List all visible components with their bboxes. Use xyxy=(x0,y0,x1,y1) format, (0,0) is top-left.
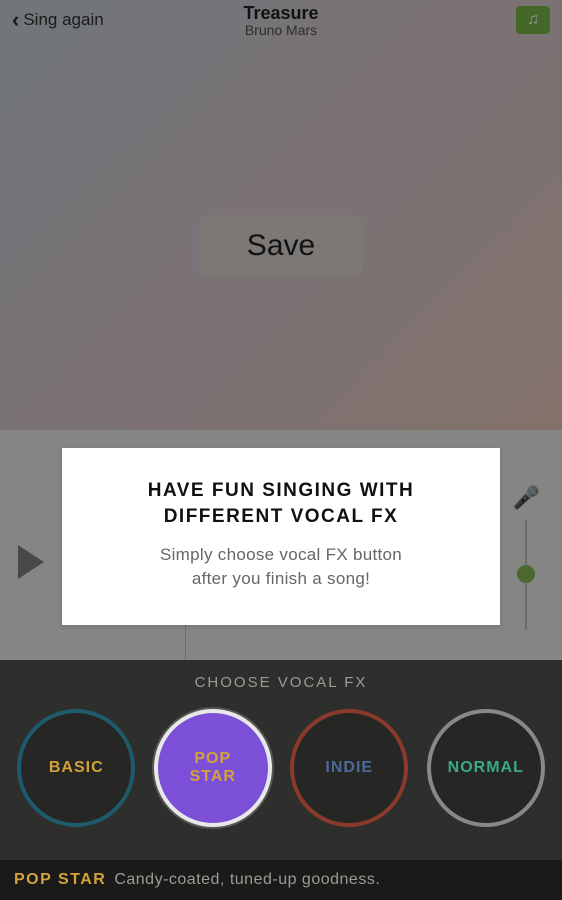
app-screen: ‹ Sing again Treasure Bruno Mars ♫ Save … xyxy=(0,0,562,900)
tooltip-card: HAVE FUN SINGING WITH DIFFERENT VOCAL FX… xyxy=(62,448,500,625)
tooltip-body-line2: after you finish a song! xyxy=(192,569,370,588)
tooltip-title-line2: DIFFERENT VOCAL FX xyxy=(164,506,399,527)
selected-fx-description: Candy-coated, tuned-up goodness. xyxy=(114,871,380,889)
top-bar: ‹ Sing again Treasure Bruno Mars ♫ xyxy=(0,0,562,40)
chevron-left-icon: ‹ xyxy=(12,9,19,31)
save-button[interactable]: Save xyxy=(199,215,363,277)
fx-label: POPSTAR xyxy=(190,750,236,787)
microphone-icon: 🎤 xyxy=(513,485,540,511)
volume-slider-thumb[interactable] xyxy=(517,565,535,583)
fx-label: BASIC xyxy=(49,759,104,777)
selected-fx-name: POP STAR xyxy=(14,871,106,889)
fx-heading: CHOOSE VOCAL FX xyxy=(0,674,562,691)
fx-label: INDIE xyxy=(325,759,373,777)
play-icon[interactable] xyxy=(18,545,44,579)
tooltip-title: HAVE FUN SINGING WITH DIFFERENT VOCAL FX xyxy=(88,478,474,529)
fx-options-row: BASIC POPSTAR INDIE NORMAL xyxy=(0,709,562,827)
back-button[interactable]: ‹ Sing again xyxy=(12,9,104,31)
tooltip-body: Simply choose vocal FX button after you … xyxy=(88,543,474,591)
fx-option-indie[interactable]: INDIE xyxy=(290,709,408,827)
fx-option-popstar[interactable]: POPSTAR xyxy=(154,709,272,827)
fx-label: NORMAL xyxy=(448,759,524,777)
music-icon[interactable]: ♫ xyxy=(516,6,550,34)
fx-description-bar: POP STAR Candy-coated, tuned-up goodness… xyxy=(0,860,562,900)
tooltip-title-line1: HAVE FUN SINGING WITH xyxy=(148,480,415,501)
fx-option-basic[interactable]: BASIC xyxy=(17,709,135,827)
tooltip-body-line1: Simply choose vocal FX button xyxy=(160,545,402,564)
vocal-fx-panel: CHOOSE VOCAL FX BASIC POPSTAR INDIE NORM… xyxy=(0,660,562,860)
fx-option-normal[interactable]: NORMAL xyxy=(427,709,545,827)
back-label: Sing again xyxy=(23,10,103,30)
